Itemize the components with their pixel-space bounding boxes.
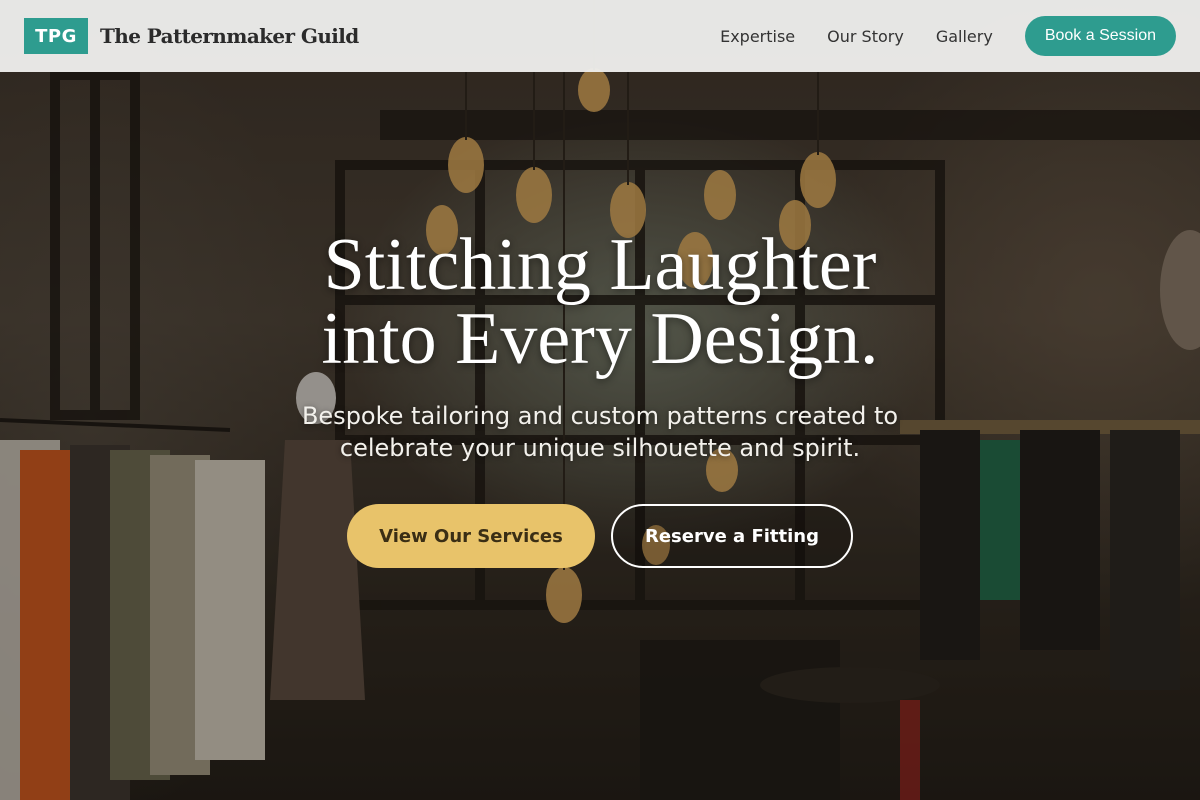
hero-title: Stitching Laughter into Every Design. (0, 228, 1200, 376)
site-header: TPG The Patternmaker Guild Expertise Our… (0, 0, 1200, 72)
hero-subtitle: Bespoke tailoring and custom patterns cr… (301, 402, 899, 462)
brand-name[interactable]: The Patternmaker Guild (100, 24, 359, 48)
view-services-button[interactable]: View Our Services (347, 504, 595, 568)
nav-link-our-story[interactable]: Our Story (827, 27, 904, 46)
reserve-fitting-button[interactable]: Reserve a Fitting (611, 504, 853, 568)
nav-link-expertise[interactable]: Expertise (720, 27, 795, 46)
nav-link-gallery[interactable]: Gallery (936, 27, 993, 46)
hero-section: Stitching Laughter into Every Design. Be… (0, 228, 1200, 568)
main-navigation: Expertise Our Story Gallery Book a Sessi… (720, 16, 1176, 56)
hero-title-line-2: into Every Design. (321, 298, 879, 380)
hero-title-line-1: Stitching Laughter (323, 224, 877, 306)
book-session-button[interactable]: Book a Session (1024, 16, 1176, 56)
hero-actions: View Our Services Reserve a Fitting (0, 504, 1200, 568)
brand-logo-mark[interactable]: TPG (24, 18, 88, 54)
brand[interactable]: TPG The Patternmaker Guild (24, 18, 359, 54)
